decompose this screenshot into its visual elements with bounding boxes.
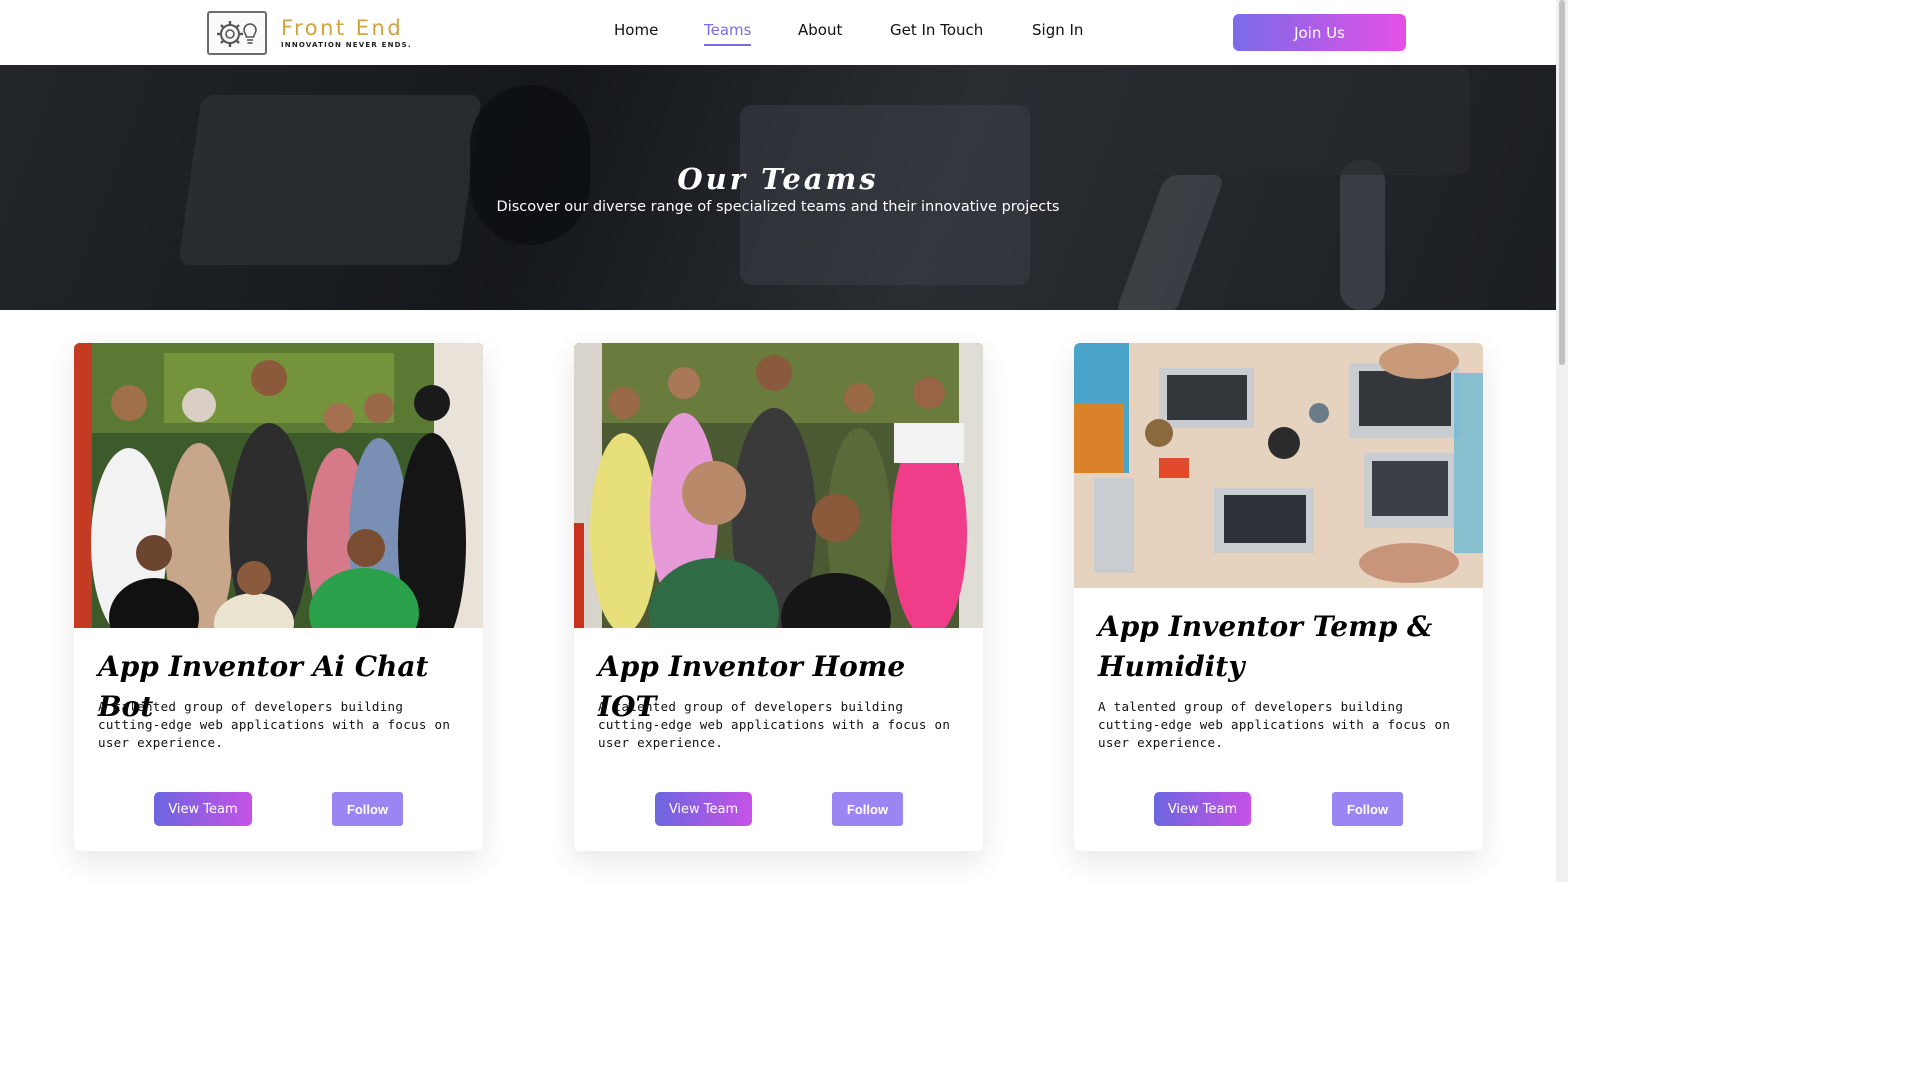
follow-button[interactable]: Follow [332,792,403,826]
view-team-button[interactable]: View Team [154,792,252,826]
nav-teams[interactable]: Teams [704,21,752,46]
scrollbar-thumb[interactable] [1559,0,1565,365]
follow-button[interactable]: Follow [832,792,903,826]
nav-home[interactable]: Home [614,21,658,39]
team-description: A talented group of developers building … [98,699,451,750]
page-scrollbar[interactable] [1556,0,1568,882]
team-photo [1074,343,1483,588]
team-description: A talented group of developers building … [598,699,951,750]
navbar: Front End INNOVATION NEVER ENDS. Home Te… [0,0,1556,65]
nav-get-in-touch[interactable]: Get In Touch [890,21,983,39]
view-team-button[interactable]: View Team [655,792,752,826]
hero-title: Our Teams [677,162,879,196]
nav-sign-in[interactable]: Sign In [1032,21,1083,39]
team-card: App Inventor Ai Chat Bot A talented grou… [74,343,483,851]
hero-banner: Our Teams Discover our diverse range of … [0,65,1556,310]
hero-subtitle: Discover our diverse range of specialize… [496,199,1060,215]
table-silhouette [1150,65,1470,175]
team-photo [574,343,983,628]
nav-about[interactable]: About [798,21,842,39]
team-title: App Inventor Temp & Humidity [1098,610,1433,683]
team-photo [74,343,483,628]
view-team-button[interactable]: View Team [1154,792,1251,826]
join-us-button[interactable]: Join Us [1233,14,1406,51]
team-card: App Inventor Home IOT A talented group o… [574,343,983,851]
follow-button[interactable]: Follow [1332,792,1403,826]
team-description: A talented group of developers building … [1098,699,1451,750]
team-card: App Inventor Temp & Humidity A talented … [1074,343,1483,851]
